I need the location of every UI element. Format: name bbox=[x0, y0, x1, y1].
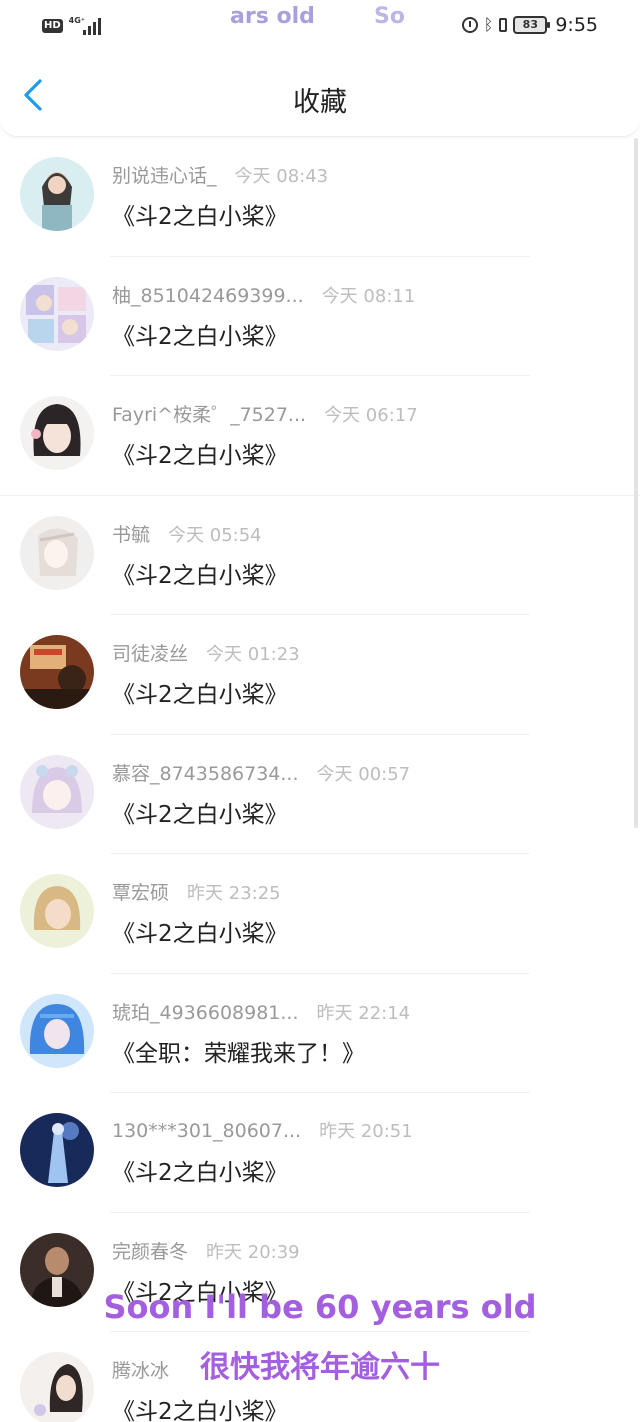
favorites-list: 别说违心话_ 今天 08:43 《斗2之白小桨》 柚_851042469399.… bbox=[0, 137, 640, 1422]
book-title: 《斗2之白小桨》 bbox=[112, 204, 288, 230]
avatar bbox=[20, 515, 94, 590]
vibrate-icon bbox=[499, 18, 508, 32]
subtitle-chinese: 很快我将年逾六十 bbox=[200, 1350, 440, 1385]
user-name: 柚_851042469399... bbox=[112, 284, 304, 307]
bluetooth-icon: ᛒ bbox=[483, 15, 494, 34]
book-title: 《斗2之白小桨》 bbox=[112, 682, 288, 708]
status-left: HD 4G⁺ bbox=[42, 16, 101, 36]
avatar bbox=[20, 396, 94, 470]
user-name: 琥珀_4936608981... bbox=[112, 1001, 299, 1024]
timestamp: 今天 01:23 bbox=[206, 644, 300, 665]
alarm-icon bbox=[461, 17, 478, 33]
item-meta: 书毓 今天 05:54 bbox=[112, 520, 262, 547]
avatar bbox=[20, 1113, 94, 1187]
user-name: 覃宏硕 bbox=[112, 882, 170, 904]
scrollbar[interactable] bbox=[634, 138, 638, 828]
timestamp: 今天 06:17 bbox=[324, 405, 418, 426]
timestamp: 今天 08:11 bbox=[321, 285, 416, 307]
user-name: 130***301_80607... bbox=[112, 1120, 302, 1142]
avatar bbox=[20, 874, 94, 948]
header: 收藏 bbox=[0, 56, 640, 137]
book-title: 《全职：荣耀我来了！》 bbox=[112, 1040, 365, 1067]
list-item[interactable]: 慕容_8743586734... 今天 00:57 《斗2之白小桨》 bbox=[0, 735, 640, 854]
item-meta: 别说违心话_ 今天 08:43 bbox=[112, 161, 328, 188]
list-item[interactable]: 覃宏硕 昨天 23:25 《斗2之白小桨》 bbox=[0, 854, 640, 974]
page-title: 收藏 bbox=[293, 87, 347, 118]
item-meta: 柚_851042469399... 今天 08:11 bbox=[112, 281, 415, 308]
item-meta: 慕容_8743586734... 今天 00:57 bbox=[112, 759, 410, 786]
book-title: 《斗2之白小桨》 bbox=[112, 323, 288, 350]
status-ticker-right: So bbox=[374, 4, 405, 29]
status-right: ᛒ 83 9:55 bbox=[461, 14, 598, 36]
timestamp: 今天 05:54 bbox=[168, 524, 262, 546]
status-bar: HD 4G⁺ ars old So ᛒ 83 9:55 bbox=[0, 0, 640, 56]
book-title: 《斗2之白小桨》 bbox=[112, 443, 288, 469]
list-item[interactable]: 别说违心话_ 今天 08:43 《斗2之白小桨》 bbox=[0, 137, 640, 257]
list-item[interactable]: Fayri^桉柔゜_7527... 今天 06:17 《斗2之白小桨》 bbox=[0, 376, 640, 496]
battery-icon: 83 bbox=[513, 16, 551, 34]
hd-badge: HD bbox=[42, 19, 63, 33]
list-item[interactable]: 司徒凌丝 今天 01:23 《斗2之白小桨》 bbox=[0, 615, 640, 735]
timestamp: 今天 00:57 bbox=[316, 763, 411, 785]
book-title: 《斗2之白小桨》 bbox=[112, 921, 288, 947]
book-title: 《斗2之白小桨》 bbox=[112, 562, 288, 589]
status-ticker-left: ars old bbox=[230, 4, 315, 29]
item-meta: 司徒凌丝 今天 01:23 bbox=[112, 639, 300, 666]
avatar bbox=[20, 993, 94, 1068]
user-name: 完颜春冬 bbox=[112, 1240, 189, 1263]
book-title: 《斗2之白小桨》 bbox=[112, 1399, 288, 1422]
user-name: 慕容_8743586734... bbox=[112, 762, 299, 785]
signal-bars bbox=[82, 18, 101, 35]
item-meta: Fayri^桉柔゜_7527... 今天 06:17 bbox=[112, 400, 418, 427]
timestamp: 昨天 22:14 bbox=[316, 1002, 411, 1024]
list-item[interactable]: 柚_851042469399... 今天 08:11 《斗2之白小桨》 bbox=[0, 257, 640, 376]
timestamp: 今天 08:43 bbox=[234, 166, 329, 187]
avatar bbox=[20, 157, 94, 231]
list-item[interactable]: 130***301_80607... 昨天 20:51 《斗2之白小桨》 bbox=[0, 1093, 640, 1213]
timestamp: 昨天 23:25 bbox=[187, 883, 281, 904]
favorites-screen: HD 4G⁺ ars old So ᛒ 83 9:55 收藏 别说违心话_ 今天… bbox=[0, 0, 640, 1422]
avatar bbox=[20, 635, 94, 709]
subtitle-english: Soon I'll be 60 years old bbox=[103, 1288, 537, 1326]
item-meta: 琥珀_4936608981... 昨天 22:14 bbox=[112, 998, 410, 1025]
timestamp: 昨天 20:51 bbox=[319, 1121, 413, 1142]
user-name: 司徒凌丝 bbox=[112, 643, 189, 665]
item-meta: 130***301_80607... 昨天 20:51 bbox=[112, 1117, 413, 1143]
user-name: Fayri^桉柔゜_7527... bbox=[112, 404, 307, 426]
status-time: 9:55 bbox=[555, 14, 598, 36]
book-title: 《斗2之白小桨》 bbox=[112, 801, 288, 828]
item-meta: 覃宏硕 昨天 23:25 bbox=[112, 878, 281, 905]
list-item[interactable]: 琥珀_4936608981... 昨天 22:14 《全职：荣耀我来了！》 bbox=[0, 974, 640, 1093]
list-item[interactable]: 书毓 今天 05:54 《斗2之白小桨》 bbox=[0, 496, 640, 615]
user-name: 书毓 bbox=[112, 523, 151, 546]
timestamp: 昨天 20:39 bbox=[206, 1241, 300, 1263]
avatar bbox=[20, 276, 94, 351]
signal-icon: 4G⁺ bbox=[69, 16, 101, 36]
avatar bbox=[20, 754, 94, 829]
user-name: 别说违心话_ bbox=[112, 165, 217, 187]
item-meta: 完颜春冬 昨天 20:39 bbox=[112, 1237, 300, 1264]
book-title: 《斗2之白小桨》 bbox=[112, 1160, 288, 1186]
